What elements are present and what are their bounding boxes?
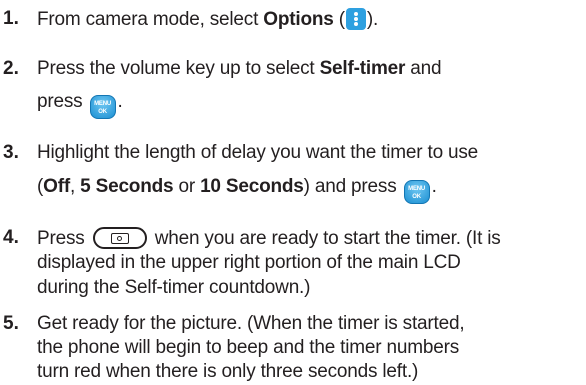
step-number: 4. [3,227,19,248]
step-text-line: Highlight the length of delay you want t… [37,142,479,163]
menu-ok-key-icon: MENU OK [403,180,430,204]
step-text: ). [366,9,379,30]
step-text-line: press MENU OK. [37,91,123,119]
step-text-line: Get ready for the picture. (When the tim… [37,313,465,334]
step-text: , [69,176,81,197]
step-text: ( [333,9,345,30]
step-number: 1. [3,8,19,29]
self-timer-label: Self-timer [319,58,406,79]
options-label: Options [263,9,334,30]
camera-key-icon [92,227,147,249]
step-text-line: displayed in the upper right portion of … [37,252,461,273]
step-text: . [117,91,123,112]
options-icon [345,8,366,30]
option-5-seconds: 5 Seconds [80,176,174,197]
step-text: and [405,58,442,79]
step-text-line: the phone will begin to beep and the tim… [37,337,459,358]
step-number: 5. [3,313,19,334]
step-text-line: during the Self-timer countdown.) [37,277,311,298]
step-text: . [431,176,437,197]
option-off: Off [43,176,70,197]
step-text: Press the volume key up to select [37,58,320,79]
step-text: ) and press [303,176,402,197]
option-10-seconds: 10 Seconds [200,176,304,197]
step-number: 2. [3,58,19,79]
step-text-line: Press the volume key up to select Self-t… [37,58,442,80]
step-text-line: (Off, 5 Seconds or 10 Seconds) and press… [37,176,437,204]
step-text: or [173,176,201,197]
step-text-line: From camera mode, select Options (). [37,8,378,31]
step-text: From camera mode, select [37,9,264,30]
step-text-line: turn red when there is only three second… [37,361,419,382]
menu-ok-key-icon: MENU OK [89,95,116,119]
step-text: when you are ready to start the timer. (… [149,228,501,249]
step-text-line: Press when you are ready to start the ti… [37,227,501,250]
step-number: 3. [3,142,19,163]
step-text: press [37,91,88,112]
step-text: Press [37,228,90,249]
